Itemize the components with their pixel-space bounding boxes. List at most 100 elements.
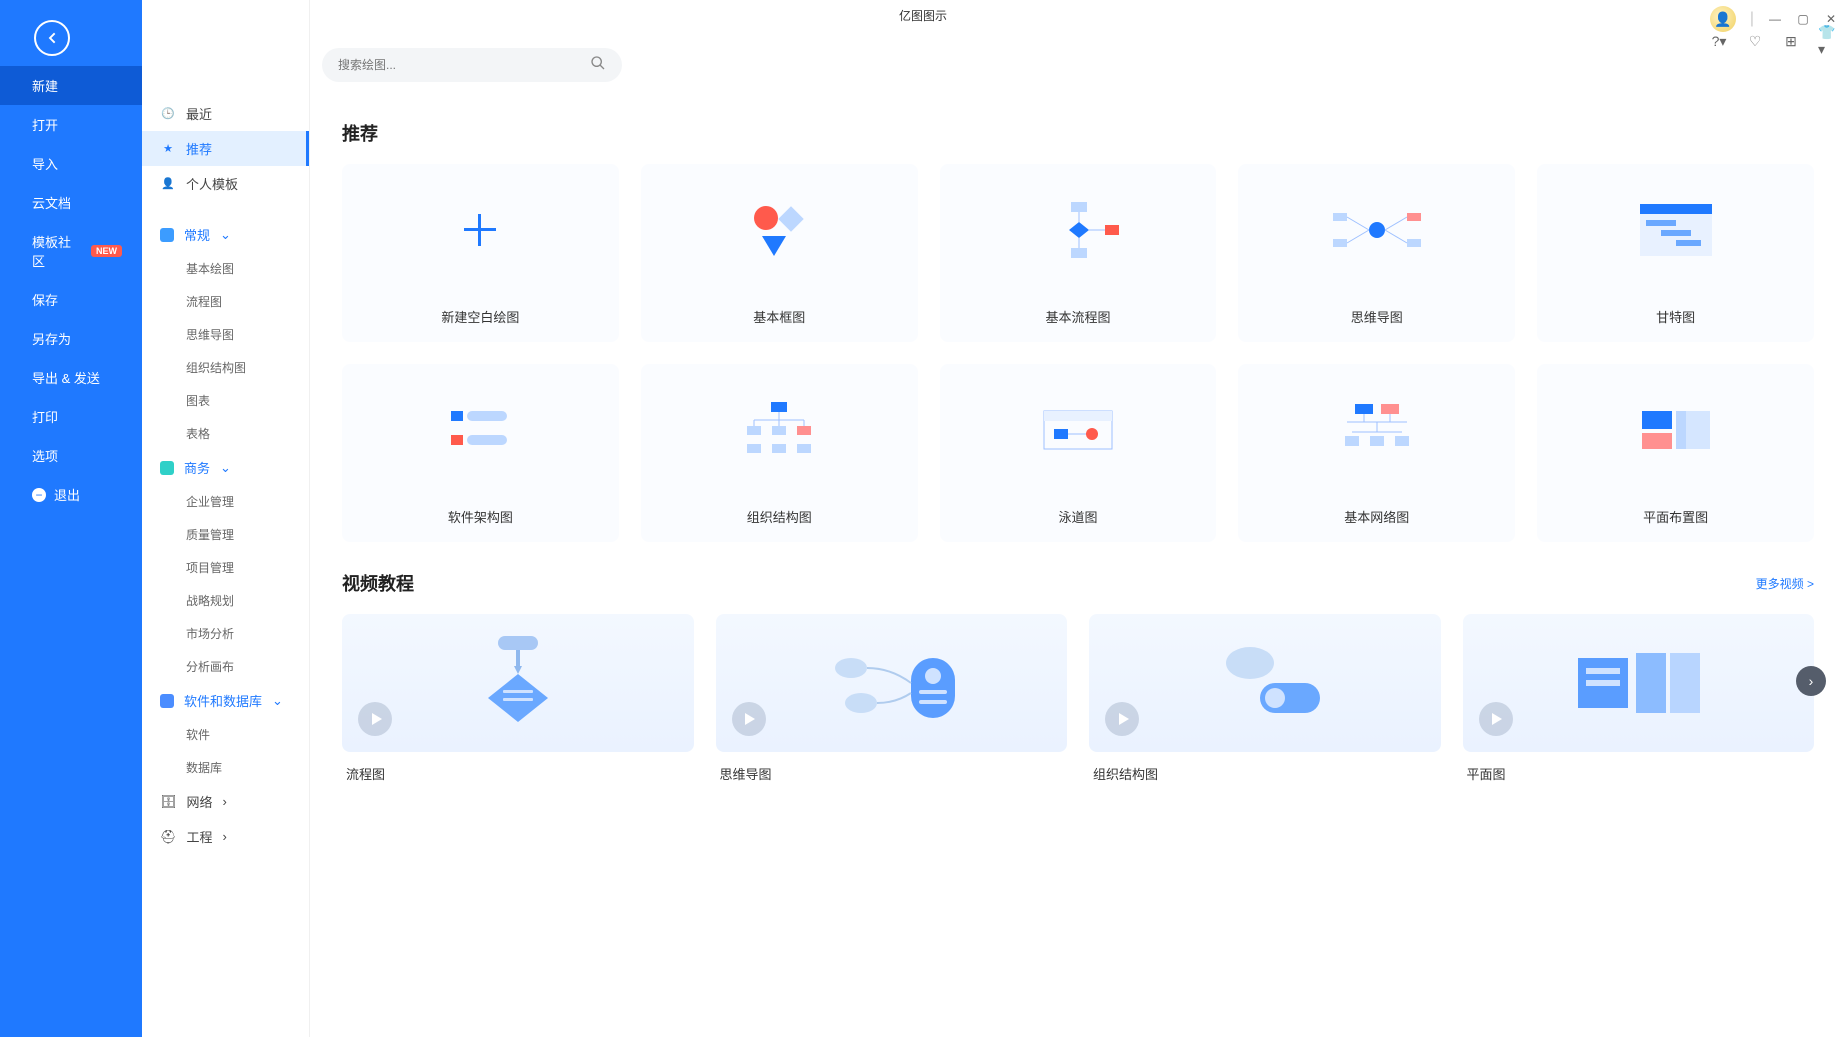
card-label: 基本框图 [753, 295, 805, 342]
minimize-button[interactable]: — [1768, 12, 1782, 26]
card-label: 组织结构图 [747, 495, 812, 542]
cat-label: 推荐 [186, 139, 212, 158]
video-next-button[interactable]: › [1796, 666, 1826, 696]
cat-sub-item[interactable]: 图表 [142, 384, 309, 417]
cat-group-general[interactable]: 常规⌄ [142, 217, 309, 252]
cat-group-network[interactable]: 🗄网络› [142, 784, 309, 819]
cat-sub-item[interactable]: 表格 [142, 417, 309, 450]
chevron-right-icon: › [223, 794, 227, 809]
arrow-left-icon [44, 30, 60, 46]
flowchart-icon [1033, 200, 1123, 260]
sidebar-item-open[interactable]: 打开 [0, 105, 142, 144]
template-card-software-arch[interactable]: 软件架构图 [342, 364, 619, 542]
cat-group-engineering[interactable]: ⛑工程› [142, 819, 309, 854]
sidebar-item-community[interactable]: 模板社区NEW [0, 222, 142, 280]
orgchart-icon [739, 400, 819, 460]
cat-sub-item[interactable]: 企业管理 [142, 485, 309, 518]
clock-icon: 🕒 [160, 106, 176, 122]
chevron-down-icon: ⌄ [220, 460, 231, 476]
cat-personal[interactable]: 👤 个人模板 [142, 166, 309, 201]
sidebar-item-exit[interactable]: −退出 [0, 475, 142, 514]
cat-sub-item[interactable]: 分析画布 [142, 650, 309, 683]
section-title-recommend: 推荐 [342, 120, 1814, 146]
card-label: 泳道图 [1058, 495, 1097, 542]
cat-recent[interactable]: 🕒最近 [142, 96, 309, 131]
card-label: 基本流程图 [1045, 295, 1110, 342]
engineering-icon: ⛑ [160, 829, 177, 845]
section-title-video: 视频教程 更多视频 > [342, 570, 1814, 596]
recommend-grid: 新建空白绘图 基本框图 基本流程图 思维导图 [342, 164, 1814, 542]
video-card-plan[interactable]: 平面图 [1463, 614, 1815, 783]
video-card-org[interactable]: 组织结构图 [1089, 614, 1441, 783]
plus-icon [464, 214, 496, 246]
video-grid: 流程图 思维导图 组织结构图 平面图 › [342, 614, 1814, 783]
folder-icon [160, 461, 174, 475]
template-card-gantt[interactable]: 甘特图 [1537, 164, 1814, 342]
card-label: 软件架构图 [448, 495, 513, 542]
template-card-network[interactable]: 基本网络图 [1238, 364, 1515, 542]
sidebar-item-import[interactable]: 导入 [0, 144, 142, 183]
cat-sub-item[interactable]: 思维导图 [142, 318, 309, 351]
video-card-flow[interactable]: 流程图 [342, 614, 694, 783]
search-icon[interactable] [590, 55, 606, 76]
sidebar-item-label: 导入 [32, 154, 58, 173]
video-thumb-plan [1558, 628, 1718, 738]
template-card-floorplan[interactable]: 平面布置图 [1537, 364, 1814, 542]
cat-label: 商务 [184, 458, 210, 477]
play-icon [1479, 702, 1513, 736]
play-icon [358, 702, 392, 736]
sidebar-item-saveas[interactable]: 另存为 [0, 319, 142, 358]
cat-sub-item[interactable]: 组织结构图 [142, 351, 309, 384]
more-videos-link[interactable]: 更多视频 > [1756, 575, 1814, 592]
cat-sub-item[interactable]: 项目管理 [142, 551, 309, 584]
cat-label: 软件和数据库 [184, 691, 262, 710]
chevron-down-icon: ⌄ [272, 693, 283, 709]
search-input[interactable] [338, 58, 590, 72]
new-badge: NEW [91, 245, 122, 257]
sidebar-item-export[interactable]: 导出 & 发送 [0, 358, 142, 397]
search-box[interactable] [322, 48, 622, 82]
cat-sub-item[interactable]: 基本绘图 [142, 252, 309, 285]
sidebar-item-new[interactable]: 新建 [0, 66, 142, 105]
template-card-basic-flow[interactable]: 基本流程图 [940, 164, 1217, 342]
cat-sub-item[interactable]: 市场分析 [142, 617, 309, 650]
cat-recommend[interactable]: ★推荐 [142, 131, 309, 166]
template-card-org-chart[interactable]: 组织结构图 [641, 364, 918, 542]
sidebar-item-print[interactable]: 打印 [0, 397, 142, 436]
cat-label: 常规 [184, 225, 210, 244]
cat-group-software[interactable]: 软件和数据库 ⌄ [142, 683, 309, 718]
cat-label: 个人模板 [186, 174, 238, 193]
template-card-mindmap[interactable]: 思维导图 [1238, 164, 1515, 342]
floorplan-icon [1636, 405, 1716, 455]
close-button[interactable]: ✕ [1824, 12, 1838, 26]
exit-icon: − [32, 488, 46, 502]
video-label: 思维导图 [716, 752, 1068, 783]
user-avatar[interactable]: 👤 [1710, 6, 1736, 32]
cat-sub-item[interactable]: 软件 [142, 718, 309, 751]
sidebar-item-save[interactable]: 保存 [0, 280, 142, 319]
file-sidebar: 新建 打开 导入 云文档 模板社区NEW 保存 另存为 导出 & 发送 打印 选… [0, 0, 142, 1037]
template-card-basic-block[interactable]: 基本框图 [641, 164, 918, 342]
arch-icon [445, 405, 515, 455]
sidebar-item-label: 另存为 [32, 329, 71, 348]
maximize-button[interactable]: ▢ [1796, 12, 1810, 26]
card-label: 基本网络图 [1344, 495, 1409, 542]
sidebar-item-label: 打印 [32, 407, 58, 426]
sidebar-item-label: 选项 [32, 446, 58, 465]
play-icon [1105, 702, 1139, 736]
sidebar-item-options[interactable]: 选项 [0, 436, 142, 475]
template-card-swimlane[interactable]: 泳道图 [940, 364, 1217, 542]
cat-label: 网络 [187, 792, 213, 811]
play-icon [732, 702, 766, 736]
cat-sub-item[interactable]: 流程图 [142, 285, 309, 318]
cat-sub-item[interactable]: 质量管理 [142, 518, 309, 551]
shapes-icon [744, 200, 814, 260]
video-card-mind[interactable]: 思维导图 [716, 614, 1068, 783]
swimlane-icon [1038, 405, 1118, 455]
sidebar-item-cloud[interactable]: 云文档 [0, 183, 142, 222]
user-icon: 👤 [160, 176, 176, 192]
cat-sub-item[interactable]: 数据库 [142, 751, 309, 784]
cat-sub-item[interactable]: 战略规划 [142, 584, 309, 617]
cat-group-business[interactable]: 商务 ⌄ [142, 450, 309, 485]
template-card-blank[interactable]: 新建空白绘图 [342, 164, 619, 342]
